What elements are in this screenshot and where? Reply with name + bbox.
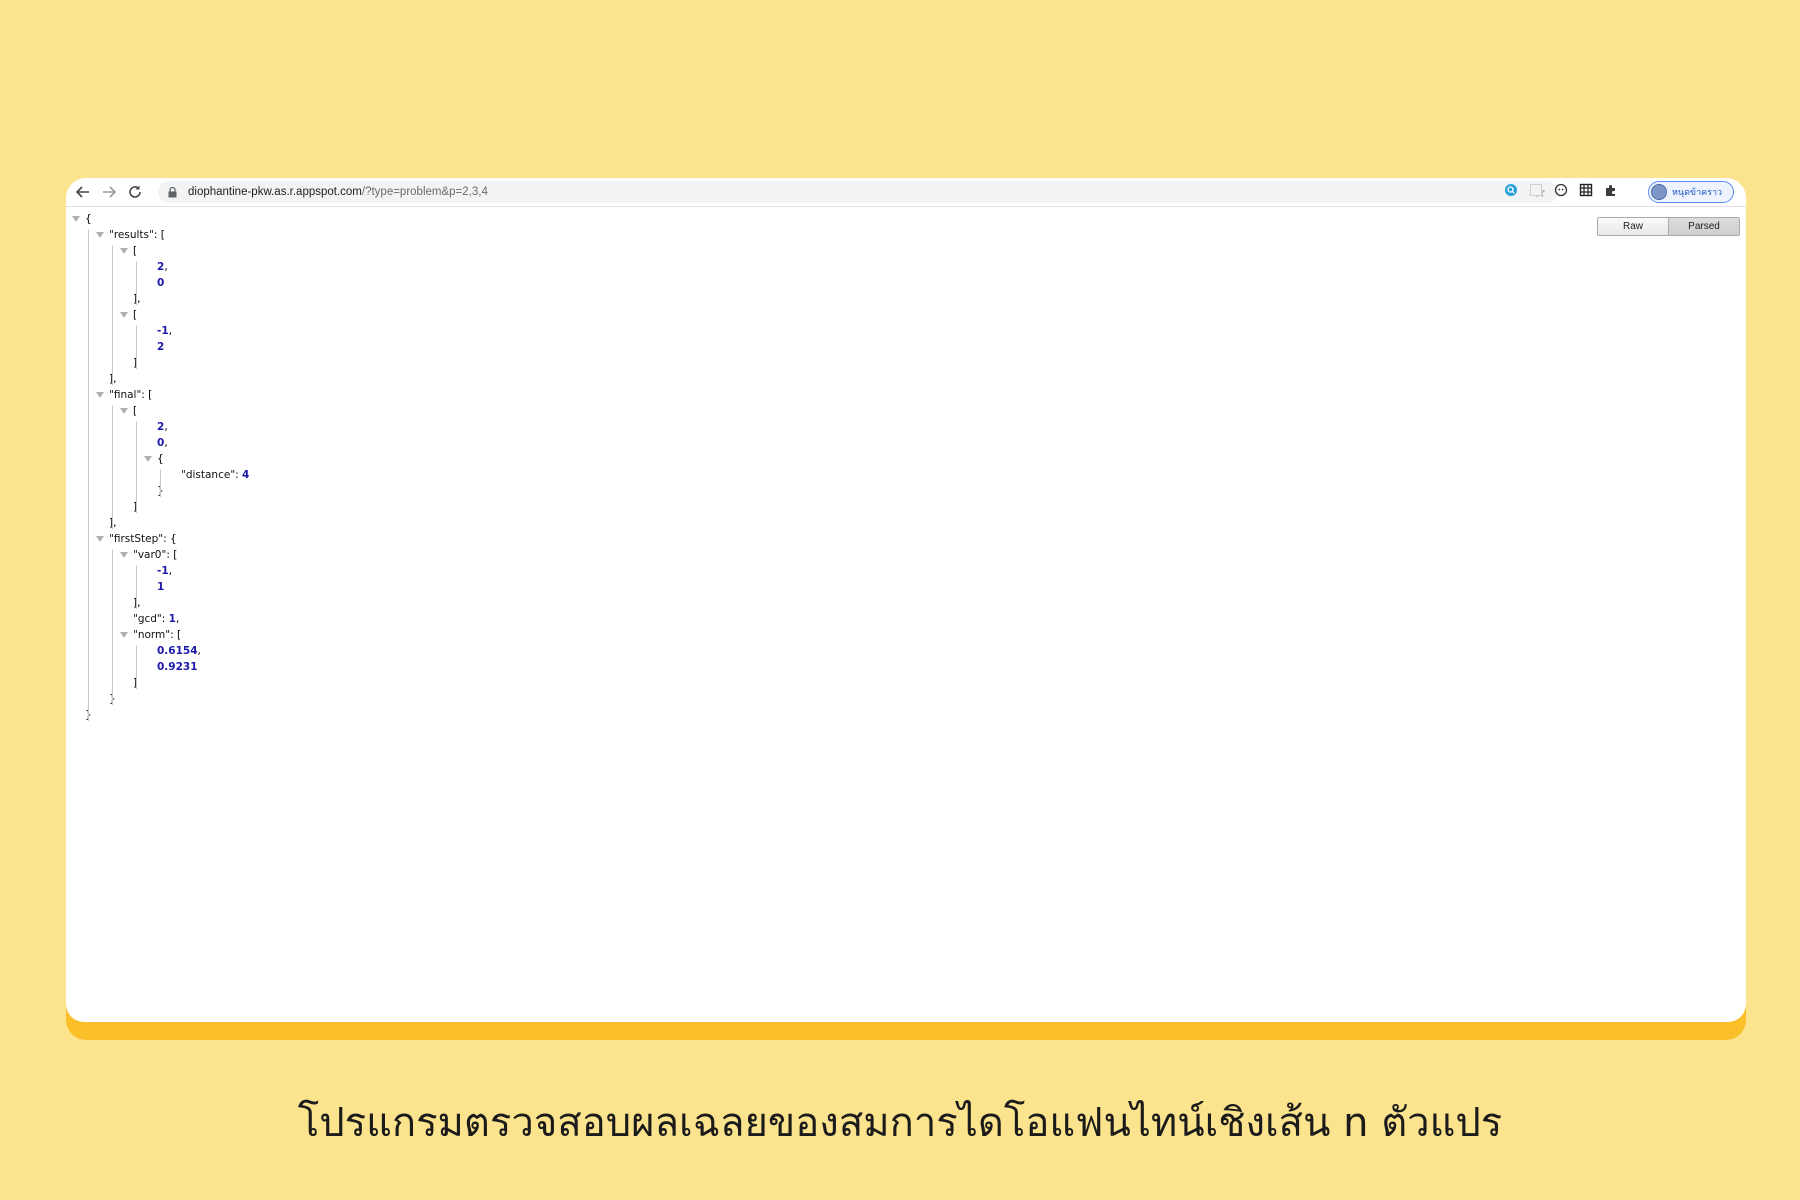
collapse-triangle-icon[interactable] (96, 536, 104, 542)
json-punctuation: : [ (153, 229, 165, 241)
indent-guide (136, 325, 137, 369)
json-punctuation: [ (133, 309, 138, 321)
blank-extension-icon[interactable] (1528, 182, 1544, 198)
url-host: diophantine-pkw.as.r.appspot.com (188, 186, 362, 198)
indent-guide (112, 245, 113, 385)
collapse-triangle-icon[interactable] (144, 456, 152, 462)
json-number: 1 (168, 613, 176, 625)
address-bar[interactable]: diophantine-pkw.as.r.appspot.com/?type=p… (158, 181, 1558, 203)
browser-toolbar: diophantine-pkw.as.r.appspot.com/?type=p… (66, 178, 1746, 207)
json-key: "results" (109, 229, 154, 241)
parsed-button[interactable]: Parsed (1668, 218, 1739, 235)
collapse-triangle-icon[interactable] (96, 392, 104, 398)
json-number: 0.6154 (157, 645, 198, 657)
json-separator: , (164, 437, 168, 449)
profile-name: หนุดข้าคราว (1672, 187, 1723, 197)
collapse-triangle-icon[interactable] (72, 216, 80, 222)
view-toggle: Raw Parsed (1597, 217, 1740, 236)
extension-icons (1503, 182, 1619, 198)
json-number: -1 (157, 565, 169, 577)
json-number: 0.9231 (157, 661, 198, 673)
collapse-triangle-icon[interactable] (96, 232, 104, 238)
json-punctuation: [ (133, 405, 138, 417)
json-number: 2 (157, 341, 165, 353)
json-separator: , (197, 645, 201, 657)
search-extension-icon[interactable] (1503, 182, 1519, 198)
json-number: -1 (157, 325, 169, 337)
forward-arrow-icon[interactable] (100, 183, 118, 201)
json-punctuation: { (157, 453, 164, 465)
indent-guide (88, 229, 89, 721)
indent-guide (136, 645, 137, 689)
page-content: {"results": [[2,0],[-1,2]],"final": [[2,… (66, 207, 1746, 1022)
reload-icon[interactable] (126, 183, 144, 201)
json-number: 4 (242, 469, 250, 481)
json-punctuation: : { (163, 533, 177, 545)
profile-button[interactable]: หนุดข้าคราว (1648, 181, 1734, 203)
url-path: /?type=problem&p=2,3,4 (361, 186, 488, 198)
page-caption: โปรแกรมตรวจสอบผลเฉลยของสมการไดโอแฟนไทน์เ… (297, 1100, 1503, 1146)
json-key: "var0" (133, 549, 167, 561)
json-number: 0 (157, 277, 165, 289)
indent-guide (160, 469, 161, 497)
json-punctuation: : [ (141, 389, 153, 401)
grid-extension-icon[interactable] (1578, 182, 1594, 198)
json-separator: , (164, 261, 168, 273)
json-punctuation: [ (133, 245, 138, 257)
json-key: "firstStep" (109, 533, 164, 545)
indent-guide (112, 549, 113, 705)
indent-guide (136, 565, 137, 609)
indent-guide (136, 261, 137, 305)
json-number: 1 (157, 581, 165, 593)
url-text: diophantine-pkw.as.r.appspot.com/?type=p… (188, 186, 488, 198)
json-separator: , (168, 325, 173, 337)
collapse-triangle-icon[interactable] (120, 248, 128, 254)
puzzle-icon[interactable] (1603, 182, 1619, 198)
lock-icon (168, 186, 178, 198)
indent-guide (112, 405, 113, 529)
collapse-triangle-icon[interactable] (120, 552, 128, 558)
circle-extension-icon[interactable] (1553, 182, 1569, 198)
json-key: "gcd" (133, 613, 162, 625)
json-punctuation: : [ (166, 549, 178, 561)
indent-guide (136, 421, 137, 513)
json-key: "norm" (133, 629, 171, 641)
browser-window: diophantine-pkw.as.r.appspot.com/?type=p… (66, 178, 1746, 1022)
json-punctuation: { (85, 213, 92, 225)
raw-button[interactable]: Raw (1598, 218, 1668, 235)
json-key: "distance" (181, 469, 236, 481)
json-punctuation: : (235, 469, 243, 481)
avatar (1651, 184, 1667, 200)
json-separator: , (164, 421, 168, 433)
json-key: "final" (109, 389, 142, 401)
collapse-triangle-icon[interactable] (120, 312, 128, 318)
collapse-triangle-icon[interactable] (120, 632, 128, 638)
collapse-triangle-icon[interactable] (120, 408, 128, 414)
json-separator: , (175, 613, 180, 625)
json-separator: , (168, 565, 173, 577)
back-arrow-icon[interactable] (74, 183, 92, 201)
json-punctuation: : (161, 613, 169, 625)
json-punctuation: : [ (170, 629, 182, 641)
